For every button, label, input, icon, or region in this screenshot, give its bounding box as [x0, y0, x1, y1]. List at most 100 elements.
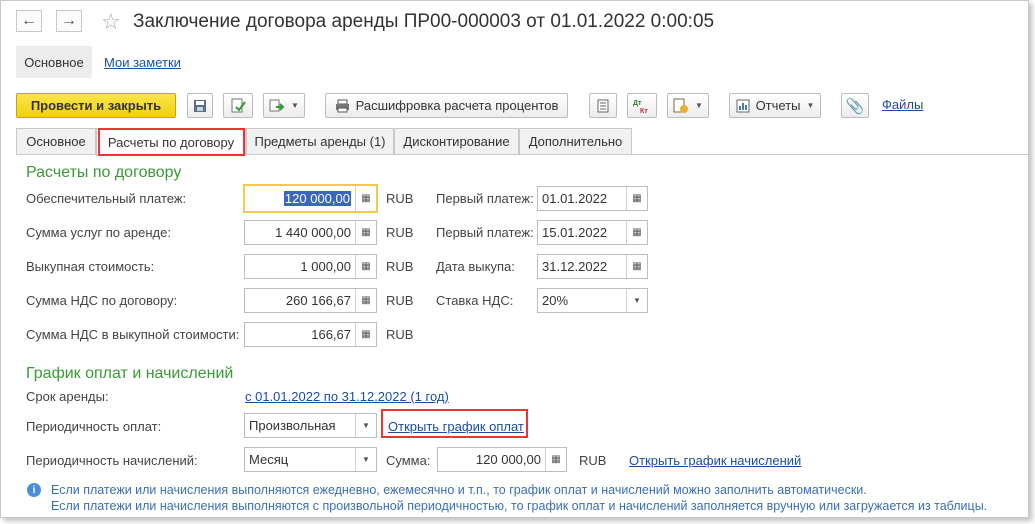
- security-payment-field[interactable]: 120 000,00 ▦: [243, 184, 378, 213]
- sum-value: 120 000,00: [475, 452, 541, 467]
- calculator-icon[interactable]: ▦: [355, 323, 376, 346]
- lease-services-label: Сумма услуг по аренде:: [26, 225, 171, 240]
- nav-my-notes[interactable]: Мои заметки: [104, 55, 181, 70]
- vat-contract-field[interactable]: 260 166,67 ▦: [244, 288, 377, 313]
- open-accrual-schedule-link[interactable]: Открыть график начислений: [629, 453, 801, 468]
- section-heading-settlements: Расчеты по договору: [26, 164, 182, 181]
- post-button[interactable]: [223, 93, 253, 118]
- vat-buyout-value: 166,67: [311, 327, 351, 342]
- first-payment-label-2: Первый платеж:: [436, 225, 534, 240]
- tab-lease-items[interactable]: Предметы аренды (1): [246, 128, 394, 154]
- first-payment-label: Первый платеж:: [436, 191, 534, 206]
- accrual-periodicity-value: Месяц: [249, 452, 289, 467]
- calculator-icon[interactable]: ▦: [355, 255, 376, 278]
- post-and-close-button[interactable]: Провести и закрыть: [16, 93, 176, 118]
- sum-currency-label: RUB: [579, 453, 607, 468]
- list-button[interactable]: [589, 93, 617, 118]
- security-payment-value: 120 000,00: [283, 191, 351, 206]
- info-icon: i: [27, 483, 41, 497]
- sum-field[interactable]: 120 000,00 ▦: [437, 447, 567, 472]
- arrow-right-icon: →: [61, 12, 77, 29]
- arrow-left-icon: ←: [21, 12, 37, 29]
- first-payment-date-value: 01.01.2022: [542, 191, 608, 206]
- svg-text:Кт: Кт: [640, 108, 648, 114]
- dt-kt-icon: Дт Кт: [633, 100, 648, 114]
- buyout-cost-value: 1 000,00: [300, 259, 351, 274]
- save-button[interactable]: [187, 93, 213, 118]
- payment-periodicity-select[interactable]: Произвольная ▼: [244, 413, 377, 438]
- document-print-icon: [673, 98, 689, 113]
- tab-additional[interactable]: Дополнительно: [519, 128, 632, 154]
- buyout-date-label: Дата выкупа:: [436, 259, 515, 274]
- accrual-periodicity-select[interactable]: Месяц ▼: [244, 447, 377, 472]
- vat-contract-value: 260 166,67: [285, 293, 351, 308]
- reports-button[interactable]: Отчеты ▼: [729, 93, 821, 118]
- tab-discounting[interactable]: Дисконтирование: [394, 128, 519, 154]
- decode-interest-button[interactable]: Расшифровка расчета процентов: [325, 93, 568, 118]
- chevron-down-icon[interactable]: ▼: [355, 448, 376, 471]
- vat-buyout-field[interactable]: 166,67 ▦: [244, 322, 377, 347]
- back-button[interactable]: ←: [16, 10, 42, 32]
- reports-label: Отчеты: [755, 98, 801, 113]
- dt-kt-button[interactable]: Дт Кт: [627, 93, 657, 118]
- calculator-icon[interactable]: ▦: [355, 186, 376, 211]
- forward-button[interactable]: →: [56, 10, 82, 32]
- first-payment-date-value-2: 15.01.2022: [542, 225, 608, 240]
- chevron-down-icon: ▼: [695, 101, 703, 110]
- post-document-icon: [231, 98, 246, 112]
- calendar-icon[interactable]: ▦: [626, 187, 647, 210]
- buyout-cost-label: Выкупная стоимость:: [26, 259, 155, 274]
- document-window: ← → ☆ Заключение договора аренды ПР00-00…: [0, 0, 1029, 518]
- calendar-icon[interactable]: ▦: [626, 221, 647, 244]
- chevron-down-icon: ▼: [806, 101, 815, 110]
- buyout-date-field[interactable]: 31.12.2022 ▦: [537, 254, 648, 279]
- lease-term-label: Срок аренды:: [26, 389, 109, 404]
- currency-label: RUB: [386, 259, 414, 274]
- currency-label: RUB: [386, 293, 414, 308]
- chevron-down-icon[interactable]: ▼: [355, 414, 376, 437]
- vat-rate-label: Ставка НДС:: [436, 293, 514, 308]
- paperclip-icon: 📎: [845, 97, 865, 115]
- info-text-line-1: Если платежи или начисления выполняются …: [51, 483, 867, 497]
- lease-term-link[interactable]: с 01.01.2022 по 31.12.2022 (1 год): [245, 389, 449, 404]
- tab-main[interactable]: Основное: [16, 128, 96, 154]
- calculator-icon[interactable]: ▦: [545, 448, 566, 471]
- printer-icon: [335, 99, 349, 112]
- buyout-date-value: 31.12.2022: [542, 259, 608, 274]
- highlight-open-schedule: [381, 409, 528, 438]
- vat-rate-value: 20%: [542, 293, 569, 308]
- vat-contract-label: Сумма НДС по договору:: [26, 293, 178, 308]
- create-based-on-button[interactable]: ▼: [263, 93, 305, 118]
- files-link[interactable]: Файлы: [882, 97, 923, 112]
- buyout-cost-field[interactable]: 1 000,00 ▦: [244, 254, 377, 279]
- chevron-down-icon[interactable]: ▼: [626, 289, 647, 312]
- list-icon: [597, 99, 609, 112]
- chevron-down-icon: ▼: [291, 101, 299, 110]
- star-icon[interactable]: ☆: [101, 9, 121, 35]
- floppy-disk-icon: [194, 99, 206, 112]
- decode-interest-label: Расшифровка расчета процентов: [355, 98, 559, 113]
- payment-periodicity-label: Периодичность оплат:: [26, 419, 162, 434]
- vat-buyout-label: Сумма НДС в выкупной стоимости:: [26, 327, 240, 342]
- currency-label: RUB: [386, 225, 414, 240]
- first-payment-date-field[interactable]: 01.01.2022 ▦: [537, 186, 648, 211]
- nav-main[interactable]: Основное: [16, 46, 92, 78]
- calendar-icon[interactable]: ▦: [626, 255, 647, 278]
- create-based-on-icon: [269, 99, 285, 111]
- section-heading-schedule: График оплат и начислений: [26, 365, 234, 382]
- calculator-icon[interactable]: ▦: [355, 221, 376, 244]
- calculator-icon[interactable]: ▦: [355, 289, 376, 312]
- print-menu-button[interactable]: ▼: [667, 93, 709, 118]
- attach-button[interactable]: 📎: [841, 93, 869, 118]
- accrual-periodicity-label: Периодичность начислений:: [26, 453, 198, 468]
- sum-label: Сумма:: [386, 453, 431, 468]
- lease-services-field[interactable]: 1 440 000,00 ▦: [244, 220, 377, 245]
- security-payment-label: Обеспечительный платеж:: [26, 191, 187, 206]
- svg-text:Дт: Дт: [633, 100, 642, 107]
- vat-rate-select[interactable]: 20% ▼: [537, 288, 648, 313]
- first-payment-date-field-2[interactable]: 15.01.2022 ▦: [537, 220, 648, 245]
- payment-periodicity-value: Произвольная: [249, 418, 336, 433]
- highlight-tab: [98, 128, 245, 156]
- reports-icon: [736, 99, 750, 112]
- currency-label: RUB: [386, 327, 414, 342]
